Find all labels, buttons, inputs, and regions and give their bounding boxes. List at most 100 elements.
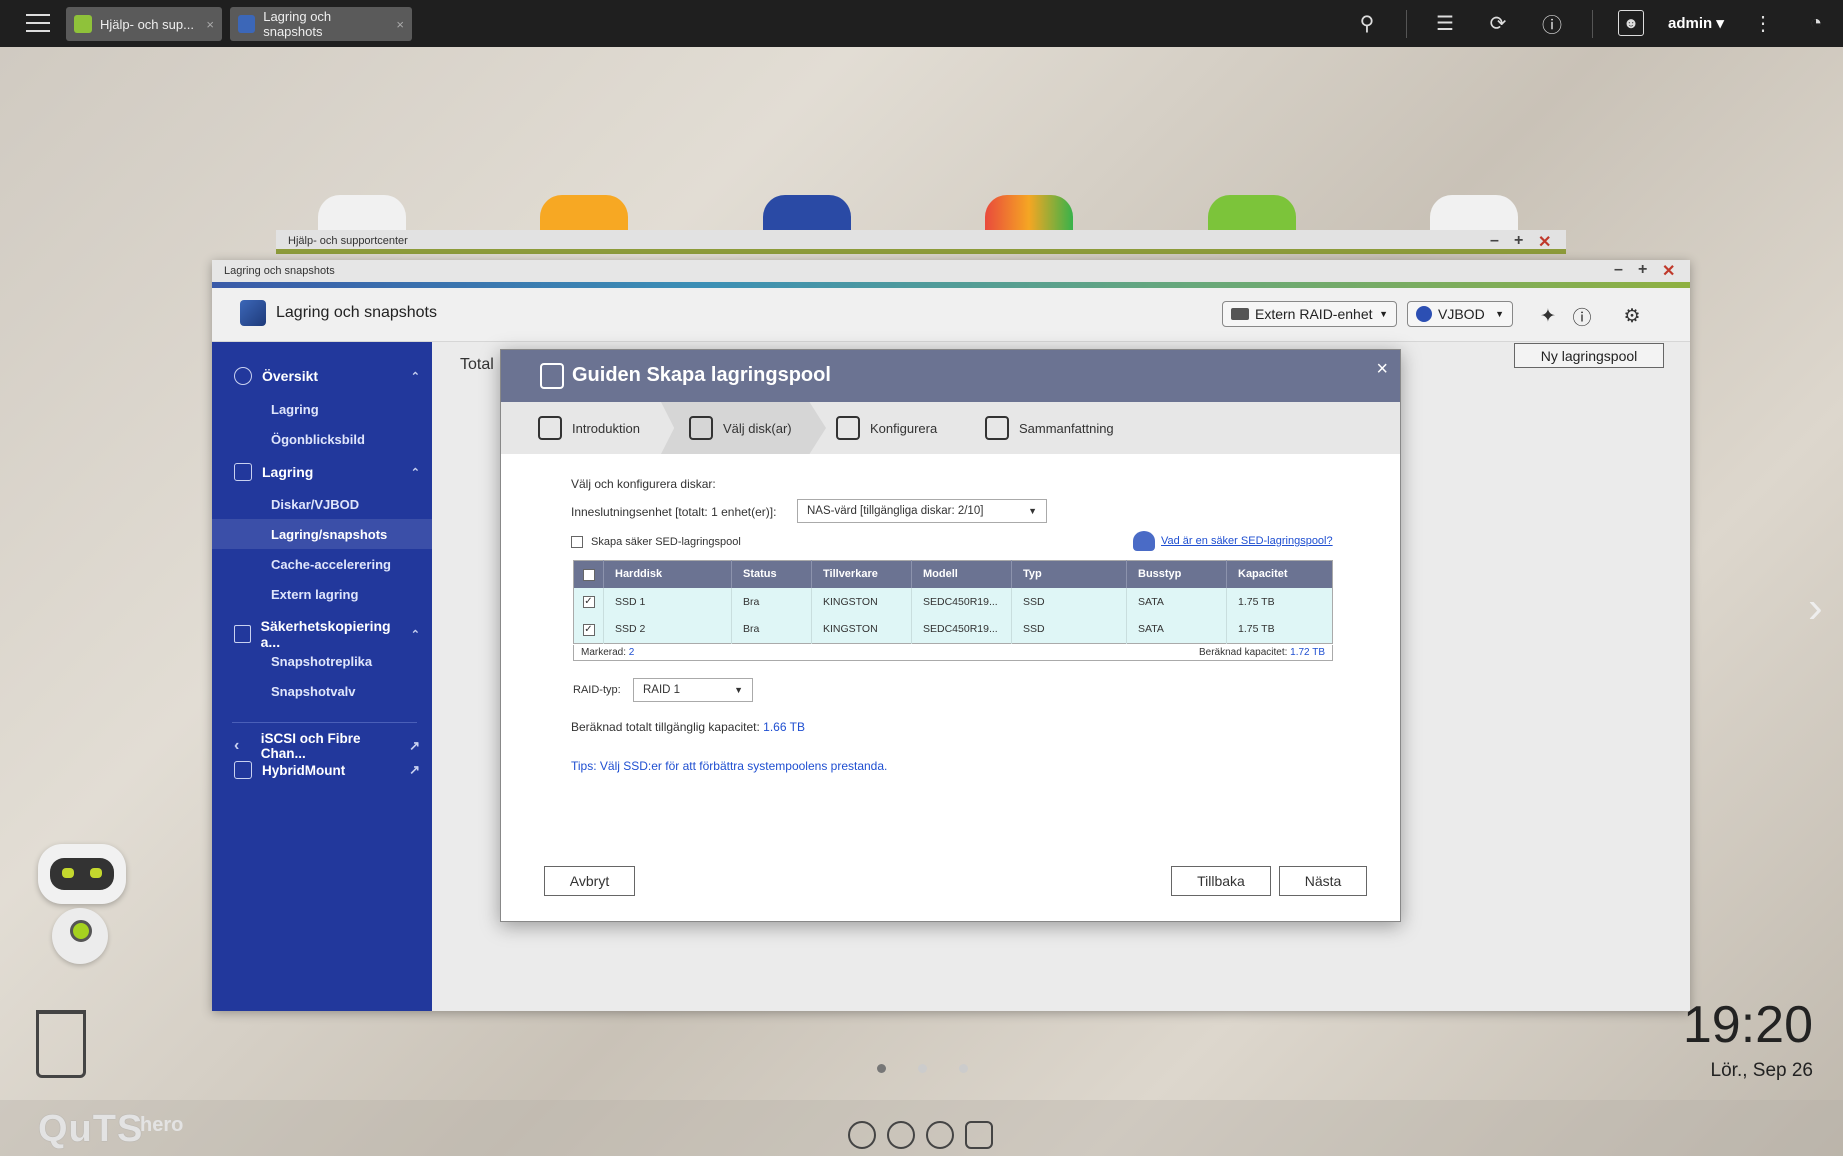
sed-checkbox[interactable]	[571, 536, 583, 548]
close-icon[interactable]: ×	[396, 17, 404, 32]
col-manufacturer[interactable]: Tillverkare	[811, 560, 912, 588]
notes-icon[interactable]	[965, 1121, 993, 1149]
enclosure-select[interactable]: NAS-värd [tillgängliga diskar: 2/10] ▼	[797, 499, 1047, 523]
storage-dock-icon[interactable]	[926, 1121, 954, 1149]
cell-manufacturer: KINGSTON	[811, 587, 912, 616]
robot-eye	[90, 868, 102, 878]
robot-core	[70, 920, 92, 942]
info-icon[interactable]: ⓘ	[1539, 10, 1565, 37]
new-storage-pool-button[interactable]: Ny lagringspool	[1514, 343, 1664, 368]
est-capacity-label: Beräknad kapacitet:	[1198, 647, 1288, 658]
trash-icon[interactable]	[36, 1010, 86, 1078]
disk-icon	[689, 416, 713, 440]
help-window[interactable]: Hjälp- och supportcenter – + ✕	[276, 230, 1566, 254]
cell-harddisk: SSD 2	[603, 615, 732, 644]
cell-status: Bra	[731, 587, 812, 616]
close-icon[interactable]: ✕	[1538, 232, 1551, 252]
close-icon[interactable]: ×	[1376, 358, 1388, 381]
maximize-icon[interactable]: +	[1638, 261, 1647, 279]
tab-storage[interactable]: Lagring och snapshots ×	[230, 7, 412, 41]
col-type[interactable]: Typ	[1011, 560, 1127, 588]
sidebar-item-storage-snapshots[interactable]: Lagring/snapshots	[271, 527, 387, 542]
row-checkbox[interactable]: ✓	[582, 623, 595, 636]
user-icon[interactable]: ☻	[1618, 10, 1644, 36]
next-page-arrow-icon[interactable]: ›	[1808, 583, 1823, 633]
cell-model: SEDC450R19...	[911, 587, 1012, 616]
sidebar-section-overview[interactable]: Översikt ⌃	[234, 367, 420, 385]
sidebar-item-lagring[interactable]: Lagring	[271, 402, 319, 417]
raid-type-select[interactable]: RAID 1 ▼	[633, 678, 753, 702]
tab-help[interactable]: Hjälp- och sup... ×	[66, 7, 222, 41]
more-options-icon[interactable]: ⋮	[1750, 10, 1776, 36]
select-all-checkbox[interactable]: ✓	[582, 568, 595, 581]
table-row[interactable]: ✓ SSD 1 Bra KINGSTON SEDC450R19... SSD S…	[573, 587, 1333, 616]
cell-model: SEDC450R19...	[911, 615, 1012, 644]
cancel-button[interactable]: Avbryt	[544, 866, 635, 896]
divider	[232, 722, 417, 723]
close-icon[interactable]: ×	[206, 17, 214, 32]
minimize-icon[interactable]: –	[1490, 232, 1499, 250]
sync-icon[interactable]: ⟳	[1485, 10, 1511, 36]
close-icon[interactable]: ✕	[1662, 261, 1675, 281]
window-title: Hjälp- och supportcenter	[288, 235, 408, 247]
tasks-icon[interactable]: ☰	[1432, 10, 1458, 36]
storage-app-icon	[238, 15, 256, 33]
col-capacity[interactable]: Kapacitet	[1226, 560, 1333, 588]
backup-icon	[234, 625, 251, 643]
storage-pool-icon	[540, 363, 564, 389]
sidebar-item-external-storage[interactable]: Extern lagring	[271, 587, 358, 602]
window-titlebar[interactable]: Lagring och snapshots – + ✕	[212, 260, 1690, 282]
divider	[1406, 10, 1407, 38]
external-raid-dropdown[interactable]: Extern RAID-enhet ▼	[1222, 301, 1397, 327]
sed-info-link[interactable]: Vad är en säker SED-lagringspool?	[1161, 535, 1333, 547]
chevron-up-icon: ⌃	[410, 628, 420, 641]
dashboard-icon[interactable]: ◔	[1803, 10, 1829, 36]
help-icon[interactable]: ⓘ	[1570, 304, 1594, 329]
total-capacity-value: 1.66 TB	[763, 720, 805, 734]
sidebar-link-hybridmount[interactable]: HybridMount ↗	[234, 761, 420, 779]
chevron-down-icon: ▼	[1379, 309, 1388, 319]
database-icon	[234, 463, 252, 481]
cell-type: SSD	[1011, 615, 1127, 644]
cloud-icon[interactable]	[848, 1121, 876, 1149]
user-menu[interactable]: admin ▾	[1668, 14, 1724, 32]
tools-icon[interactable]	[887, 1121, 915, 1149]
sidebar-link-iscsi[interactable]: ‹ iSCSI och Fibre Chan... ↗	[234, 731, 420, 761]
col-bus-type[interactable]: Busstyp	[1126, 560, 1227, 588]
page-dot[interactable]	[959, 1064, 968, 1073]
chevron-up-icon: ⌃	[410, 466, 420, 479]
sidebar-item-snapshot-vault[interactable]: Snapshotvalv	[271, 684, 356, 699]
page-dot[interactable]	[877, 1064, 886, 1073]
sidebar-item-ogonblicksbild[interactable]: Ögonblicksbild	[271, 432, 365, 447]
page-dot[interactable]	[918, 1064, 927, 1073]
table-row[interactable]: ✓ SSD 2 Bra KINGSTON SEDC450R19... SSD S…	[573, 615, 1333, 644]
dialog-title: Guiden Skapa lagringspool	[572, 364, 831, 386]
minimize-icon[interactable]: –	[1614, 261, 1623, 279]
raid-device-icon	[1231, 308, 1249, 320]
step-configure: Konfigurera	[836, 402, 937, 454]
back-button[interactable]: Tillbaka	[1171, 866, 1271, 896]
external-link-icon: ↗	[409, 738, 420, 753]
col-harddisk[interactable]: Harddisk	[603, 560, 732, 588]
sidebar-section-backup[interactable]: Säkerhetskopiering a... ⌃	[234, 618, 420, 650]
settings-gear-icon[interactable]: ⚙	[1620, 304, 1644, 328]
chevron-down-icon: ▼	[1495, 309, 1504, 319]
col-model[interactable]: Modell	[911, 560, 1012, 588]
diagnostics-icon[interactable]: ✦	[1536, 304, 1560, 328]
brand-logo: QuTS	[38, 1108, 144, 1150]
tab-label: Lagring och snapshots	[263, 9, 332, 39]
total-capacity: Beräknad totalt tillgänglig kapacitet: 1…	[571, 720, 805, 734]
col-status[interactable]: Status	[731, 560, 812, 588]
sidebar: Översikt ⌃ Lagring Ögonblicksbild Lagrin…	[212, 342, 432, 1011]
sidebar-item-disks[interactable]: Diskar/VJBOD	[271, 497, 359, 512]
sidebar-item-snapshot-replica[interactable]: Snapshotreplika	[271, 654, 372, 669]
sidebar-section-storage[interactable]: Lagring ⌃	[234, 463, 420, 481]
sidebar-item-cache[interactable]: Cache-accelerering	[271, 557, 391, 572]
next-button[interactable]: Nästa	[1279, 866, 1367, 896]
row-checkbox[interactable]: ✓	[582, 596, 595, 608]
vjbod-dropdown[interactable]: VJBOD ▼	[1407, 301, 1513, 327]
search-icon[interactable]: ⚲	[1354, 10, 1380, 36]
menu-icon[interactable]	[26, 11, 50, 35]
hybridmount-icon	[234, 761, 252, 779]
maximize-icon[interactable]: +	[1514, 232, 1523, 250]
